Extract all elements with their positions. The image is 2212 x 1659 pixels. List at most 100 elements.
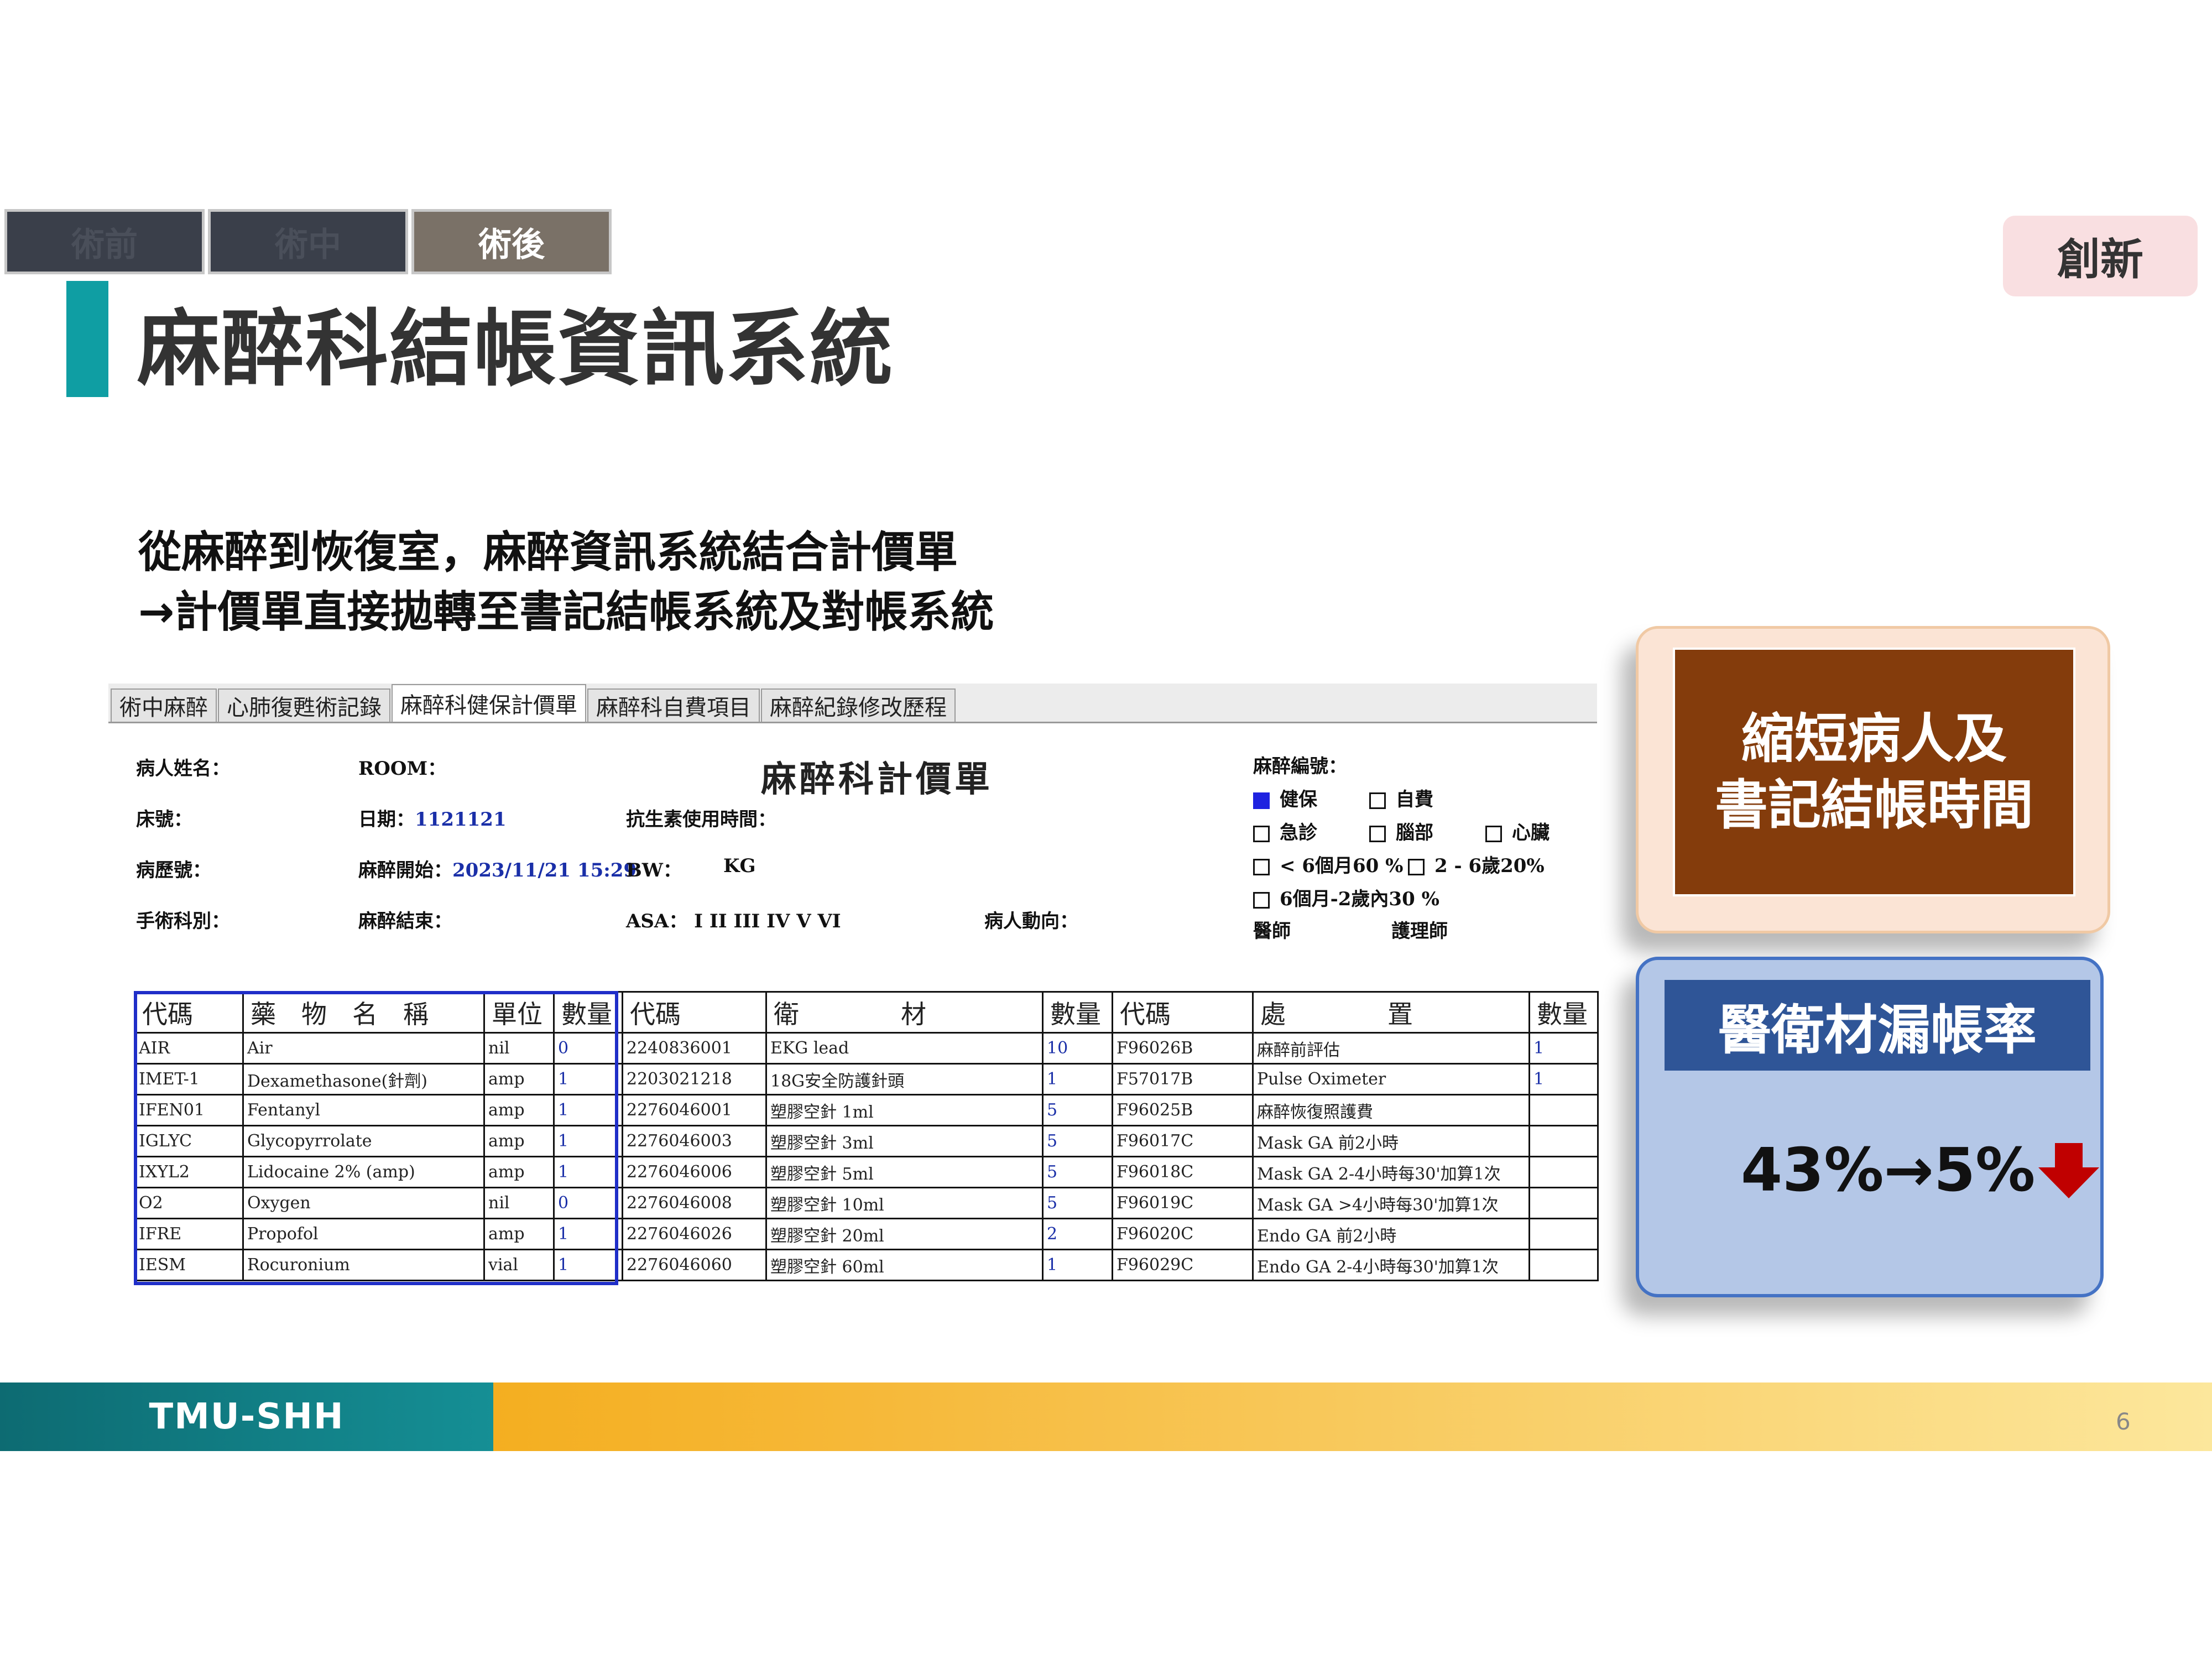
form-tab-bar: 術中麻醉 心肺復甦術記錄 麻醉科健保計價單 麻醉科自費項目 麻醉紀錄修改歷程 [108, 684, 1597, 723]
column-header: 藥 物 名 稱 [242, 991, 485, 1034]
table-cell: Pulse Oximeter [1252, 1063, 1530, 1095]
subtitle-line-1: 從麻醉到恢復室，麻醉資訊系統結合計價單 [138, 528, 958, 577]
checkbox-heart[interactable] [1485, 826, 1502, 842]
checkbox-age-2-6[interactable] [1408, 859, 1425, 875]
checkbox-brain[interactable] [1369, 826, 1386, 842]
tab-self-pay-items[interactable]: 麻醉科自費項目 [587, 688, 760, 722]
quantity-cell: 1 [553, 1063, 623, 1095]
step-intraop: 術中 [208, 209, 408, 274]
table-cell: IESM [134, 1249, 244, 1281]
quantity-cell: 0 [553, 1032, 623, 1065]
table-cell: nil [483, 1187, 555, 1219]
table-cell: 2276046060 [622, 1249, 767, 1281]
table-row: IFEN01 Fentanyl amp 1 2276046001 塑膠空針 1ml 5 F96… [134, 1094, 1599, 1126]
page-title: 麻醉科結帳資訊系統 [137, 301, 894, 398]
time-saving-line-1: 縮短病人及 [1741, 708, 2007, 770]
table-cell: 2203021218 [622, 1063, 767, 1095]
quantity-cell: 1 [1042, 1249, 1113, 1281]
option-emergency[interactable]: 急診 [1253, 817, 1317, 844]
table-cell: 塑膠空針 1ml [765, 1094, 1044, 1126]
table-cell: 塑膠空針 10ml [765, 1187, 1044, 1219]
checkbox-under-6m[interactable] [1253, 859, 1270, 875]
date-value: 1121121 [415, 808, 507, 831]
table-cell: Rocuronium [242, 1249, 485, 1281]
option-self-pay[interactable]: 自費 [1369, 784, 1433, 811]
option-heart[interactable]: 心臟 [1485, 817, 1550, 844]
title-accent-bar [66, 281, 108, 397]
missed-billing-value: 43%→5% [1741, 1136, 2036, 1205]
table-row: IGLYC Glycopyrrolate amp 1 2276046003 塑膠空針 3m… [134, 1125, 1599, 1157]
table-cell: amp [483, 1094, 555, 1126]
option-age-2-6[interactable]: 2 - 6歲20% [1408, 851, 1545, 878]
time-saving-card: 縮短病人及 書記結帳時間 [1636, 626, 2110, 933]
quantity-cell: 5 [1042, 1125, 1113, 1157]
label-anes-start: 麻醉開始：2023/11/21 15:29 [358, 859, 637, 881]
quantity-cell: 5 [1042, 1187, 1113, 1219]
table-cell: F96026B [1112, 1032, 1254, 1065]
table-cell: F96029C [1112, 1249, 1254, 1281]
option-brain[interactable]: 腦部 [1369, 817, 1433, 844]
label-anes-end: 麻醉結束： [358, 910, 452, 932]
quantity-cell: 1 [1528, 1032, 1599, 1065]
table-cell: Mask GA 2-4小時每30'加算1次 [1252, 1156, 1530, 1188]
label-surgery-dept: 手術科別： [136, 910, 230, 932]
tab-intraop-anesthesia[interactable]: 術中麻醉 [111, 688, 217, 722]
table-cell: EKG lead [765, 1032, 1044, 1065]
table-cell: Glycopyrrolate [242, 1125, 485, 1157]
tab-nhi-billing[interactable]: 麻醉科健保計價單 [392, 684, 586, 722]
table-cell: 塑膠空針 20ml [765, 1218, 1044, 1250]
table-row: IXYL2 Lidocaine 2% (amp) amp 1 2276046006 塑膠空… [134, 1156, 1599, 1188]
tab-record-history[interactable]: 麻醉紀錄修改歷程 [761, 688, 956, 722]
table-cell: IFEN01 [134, 1094, 244, 1126]
table-row: O2 Oxygen nil 0 2276046008 塑膠空針 10ml 5 F96019C M… [134, 1187, 1599, 1219]
quantity-cell [1528, 1187, 1599, 1219]
quantity-cell: 1 [553, 1249, 623, 1281]
column-header: 代碼 [134, 991, 244, 1034]
quantity-cell: 1 [553, 1156, 623, 1188]
label-chart-no: 病歷號： [136, 859, 211, 881]
table-cell: 塑膠空針 3ml [765, 1125, 1044, 1157]
table-cell: IXYL2 [134, 1156, 244, 1188]
table-cell: Mask GA >4小時每30'加算1次 [1252, 1187, 1530, 1219]
table-row: IMET-1 Dexamethasone(針劑) amp 1 2203021218 18G… [134, 1063, 1599, 1095]
column-header: 衛 材 [765, 991, 1044, 1034]
table-cell: Mask GA 前2小時 [1252, 1125, 1530, 1157]
time-saving-line-2: 書記結帳時間 [1715, 774, 2033, 836]
missed-billing-heading: 醫衛材漏帳率 [1665, 980, 2090, 1071]
anes-start-value: 2023/11/21 15:29 [452, 859, 637, 881]
subtitle: 從麻醉到恢復室，麻醉資訊系統結合計價單 →計價單直接拋轉至書記結帳系統及對帳系統 [138, 523, 994, 642]
label-patient-status: 病人動向： [984, 910, 1078, 932]
quantity-cell: 5 [1042, 1094, 1113, 1126]
option-nhi[interactable]: 健保 [1253, 784, 1317, 811]
table-cell: O2 [134, 1187, 244, 1219]
label-anes-no: 麻醉編號： [1253, 755, 1347, 778]
footer-bar: TMU-SHH [0, 1383, 2212, 1451]
table-cell: vial [483, 1249, 555, 1281]
table-row: IFRE Propofol amp 1 2276046026 塑膠空針 20ml 2 F960… [134, 1218, 1599, 1250]
table-row: AIR Air nil 0 2240836001 EKG lead 10 F96026B 麻醉前… [134, 1032, 1599, 1065]
table-cell: amp [483, 1156, 555, 1188]
table-cell: Lidocaine 2% (amp) [242, 1156, 485, 1188]
table-cell: amp [483, 1218, 555, 1250]
option-under-6m[interactable]: < 6個月60 % [1253, 851, 1403, 878]
table-cell: Fentanyl [242, 1094, 485, 1126]
tab-cpr-record[interactable]: 心肺復甦術記錄 [218, 688, 390, 722]
missed-billing-stat: 43%→5% [1741, 1136, 2100, 1205]
checkbox-emergency[interactable] [1253, 826, 1270, 842]
checkbox-self-pay[interactable] [1369, 792, 1386, 809]
column-header: 代碼 [622, 991, 767, 1034]
column-header: 處 置 [1252, 991, 1530, 1034]
page-number: 6 [2116, 1408, 2131, 1435]
checkbox-nhi[interactable] [1253, 792, 1270, 809]
table-cell: 18G安全防護針頭 [765, 1063, 1044, 1095]
label-doctor: 醫師 [1253, 920, 1291, 942]
table-cell: Endo GA 前2小時 [1252, 1218, 1530, 1250]
down-arrow-icon [2038, 1142, 2100, 1198]
option-age-6m-2[interactable]: 6個月-2歲內30 % [1253, 884, 1439, 911]
checkbox-age-6m-2[interactable] [1253, 892, 1270, 909]
table-cell: 2240836001 [622, 1032, 767, 1065]
step-postop: 術後 [411, 209, 612, 274]
quantity-cell [1528, 1156, 1599, 1188]
footer-brand: TMU-SHH [0, 1383, 493, 1451]
label-patient-name: 病人姓名： [136, 758, 230, 780]
